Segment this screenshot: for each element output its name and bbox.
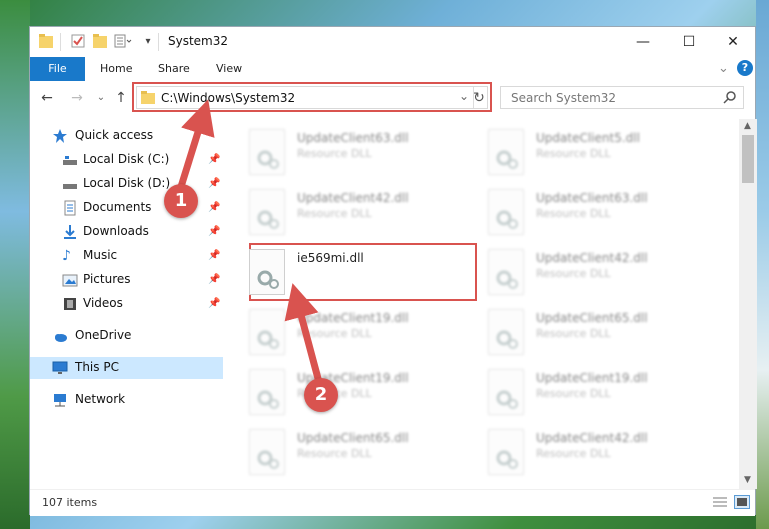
arrow-to-file	[284, 283, 324, 387]
step-1-badge: 1	[164, 184, 198, 218]
arrow-to-address	[176, 99, 215, 192]
annotation-arrows	[176, 99, 324, 387]
step-2-badge: 2	[304, 378, 338, 412]
